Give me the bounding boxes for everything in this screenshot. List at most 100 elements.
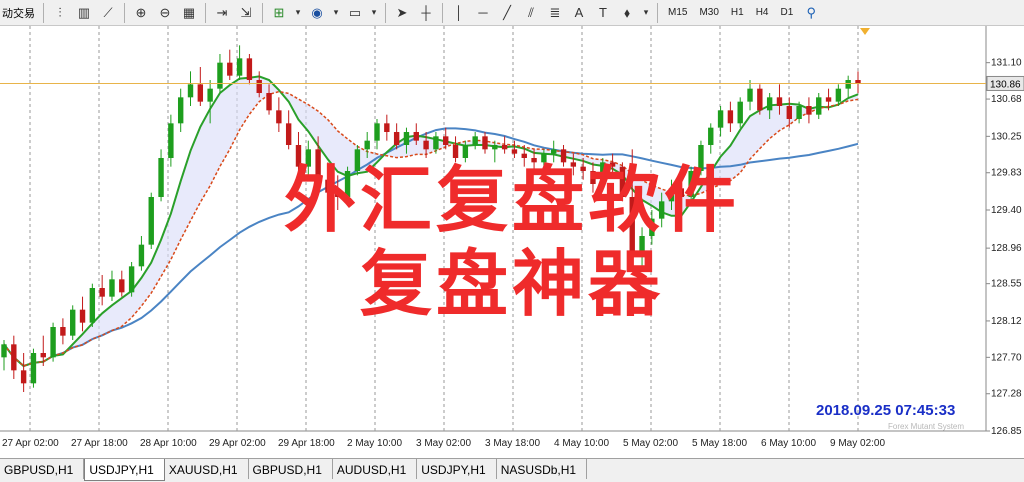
text-label-icon[interactable]: T: [591, 2, 615, 24]
candle-body: [11, 344, 17, 371]
candle-body: [236, 58, 243, 76]
candle-body: [354, 149, 361, 171]
y-tick-label: 127.70: [991, 352, 1022, 363]
candle-body: [668, 188, 675, 202]
candle-body: [79, 309, 86, 323]
templates-icon[interactable]: ▭: [343, 2, 367, 24]
candle-body: [551, 149, 557, 154]
candle-body: [266, 93, 272, 111]
candle-body: [325, 179, 331, 193]
tab-gbpusd-h1[interactable]: GBPUSD,H1: [0, 459, 85, 479]
chevron-down-icon[interactable]: ▾: [329, 2, 343, 24]
trade-menu-label[interactable]: 动交易: [0, 5, 39, 21]
indicators-icon[interactable]: ⊞: [267, 2, 291, 24]
tab-xauusd-h1[interactable]: XAUUSD,H1: [165, 459, 249, 479]
candle-body: [462, 145, 469, 158]
candle-body: [757, 88, 763, 111]
line-chart-icon[interactable]: ⟋: [96, 2, 120, 24]
candle-body: [472, 136, 478, 145]
candle-body: [99, 288, 105, 297]
x-tick-label: 3 May 02:00: [416, 438, 471, 449]
candle-body: [629, 197, 635, 254]
candle-body: [128, 266, 135, 293]
candle-body: [845, 80, 851, 89]
candle-body: [747, 88, 753, 102]
watermark-label: Forex Mutant System: [888, 422, 965, 431]
toolbar-separator: [385, 2, 386, 23]
cursor-icon[interactable]: ➤: [390, 2, 414, 24]
candle-body: [30, 353, 37, 384]
toolbar-separator: [657, 2, 658, 23]
candle-body: [619, 166, 626, 197]
candle-body: [609, 162, 616, 167]
candle-body: [816, 97, 822, 115]
candle-body: [50, 327, 56, 358]
candle-body: [138, 244, 145, 267]
candle-body: [482, 136, 488, 150]
timeframe-h1[interactable]: H1: [725, 2, 750, 24]
candle-body: [60, 327, 66, 336]
autoscroll-icon[interactable]: ⇲: [234, 2, 258, 24]
candlestick-icon[interactable]: ▥: [72, 2, 96, 24]
horizontal-line-icon[interactable]: ─: [471, 2, 495, 24]
fibonacci-icon[interactable]: ≣: [543, 2, 567, 24]
tab-gbpusd-h1-2[interactable]: GBPUSD,H1: [249, 459, 333, 479]
timeframe-d1[interactable]: D1: [775, 2, 800, 24]
candle-body: [786, 106, 792, 119]
chevron-down-icon[interactable]: ▾: [367, 2, 381, 24]
candle-body: [109, 279, 115, 297]
candle-body: [580, 166, 586, 171]
y-tick-label: 129.40: [991, 205, 1022, 216]
tile-windows-icon[interactable]: ▦: [177, 2, 201, 24]
y-tick-label: 130.68: [991, 94, 1022, 105]
candle-body: [227, 62, 233, 76]
candle-body: [717, 110, 724, 128]
candle-body: [40, 353, 46, 358]
candle-body: [708, 127, 714, 145]
candle-body: [364, 140, 370, 150]
search-icon[interactable]: ⚲: [799, 2, 823, 24]
tab-usdjpy-h1-2[interactable]: USDJPY,H1: [417, 459, 497, 479]
candle-body: [158, 158, 164, 197]
vertical-line-icon[interactable]: │: [447, 2, 471, 24]
periods-icon[interactable]: ◉: [305, 2, 329, 24]
candle-body: [423, 140, 429, 150]
candle-body: [433, 136, 439, 150]
text-icon[interactable]: A: [567, 2, 591, 24]
chart-shift-icon[interactable]: ⇥: [210, 2, 234, 24]
candle-body: [590, 171, 596, 184]
x-tick-label: 9 May 02:00: [830, 438, 885, 449]
candle-body: [511, 149, 518, 154]
candle-body: [168, 123, 174, 158]
candle-body: [776, 97, 783, 106]
timeframe-m15[interactable]: M15: [662, 2, 693, 24]
tab-nasusdb-h1[interactable]: NASUSDb,H1: [497, 459, 588, 479]
crosshair-icon[interactable]: ┼: [414, 2, 438, 24]
chart-area[interactable]: 27 Apr 02:00 27 Apr 18:00 28 Apr 10:00 29 A…: [0, 26, 1024, 458]
candle-body: [825, 97, 832, 102]
tab-usdjpy-h1[interactable]: USDJPY,H1: [84, 459, 165, 481]
candle-body: [315, 149, 321, 180]
candle-body: [639, 236, 645, 254]
zoom-in-icon[interactable]: ⊕: [129, 2, 153, 24]
price-chart[interactable]: 27 Apr 02:00 27 Apr 18:00 28 Apr 10:00 29 A…: [0, 26, 1024, 458]
y-tick-label: 131.10: [991, 58, 1022, 69]
timeframe-m30[interactable]: M30: [693, 2, 724, 24]
y-tick-label: 127.28: [991, 389, 1022, 400]
timeframe-h4[interactable]: H4: [750, 2, 775, 24]
chevron-down-icon[interactable]: ▾: [639, 2, 653, 24]
bar-chart-icon[interactable]: ⫶: [48, 2, 72, 24]
arrows-icon[interactable]: ⬧: [615, 2, 639, 24]
equidistant-channel-icon[interactable]: ⫽: [519, 2, 543, 24]
chart-tabs: GBPUSD,H1 USDJPY,H1 XAUUSD,H1 GBPUSD,H1 …: [0, 458, 1024, 482]
trendline-icon[interactable]: ╱: [495, 2, 519, 24]
candle-body: [766, 97, 773, 111]
candle-body: [658, 201, 665, 219]
zoom-out-icon[interactable]: ⊖: [153, 2, 177, 24]
x-tick-label: 5 May 18:00: [692, 438, 747, 449]
candle-body: [20, 370, 27, 384]
candle-body: [413, 132, 419, 141]
tab-audusd-h1[interactable]: AUDUSD,H1: [333, 459, 418, 479]
chevron-down-icon[interactable]: ▾: [291, 2, 305, 24]
candle-body: [541, 153, 547, 163]
